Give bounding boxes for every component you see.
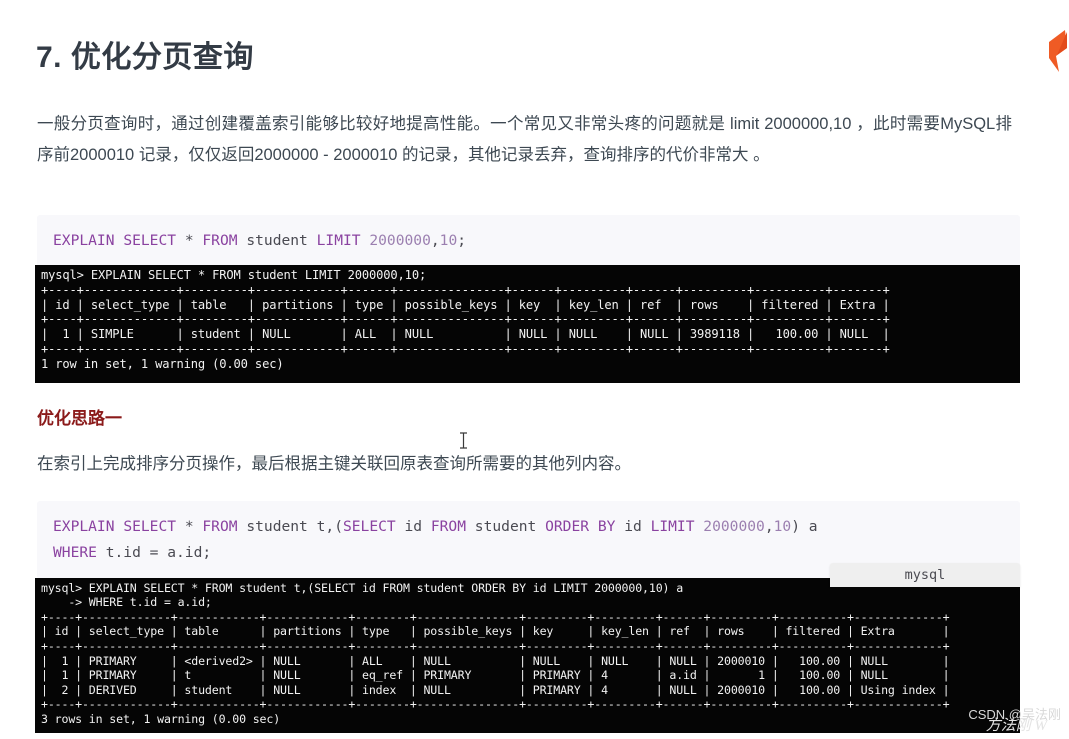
sql-code-block-2-line-1: EXPLAIN SELECT * FROM student t,(SELECT … [53, 517, 818, 535]
text-cursor-icon [459, 432, 468, 449]
page-root: 7. 优化分页查询 一般分页查询时，通过创建覆盖索引能够比较好地提高性能。一个常… [0, 0, 1069, 739]
terminal-output-2: mysql> EXPLAIN SELECT * FROM student t,(… [35, 577, 1020, 733]
partial-logo-icon [1043, 28, 1069, 74]
intro-paragraph: 一般分页查询时，通过创建覆盖索引能够比较好地提高性能。一个常见又非常头疼的问题就… [37, 114, 1012, 164]
terminal-output-1: mysql> EXPLAIN SELECT * FROM student LIM… [35, 265, 1020, 384]
sql-code-block-2-line-2: WHERE t.id = a.id; [53, 543, 212, 561]
watermark-author: 方法刚 W [985, 718, 1047, 734]
section-subheading: 优化思路一 [37, 409, 122, 429]
sql-code-block-1: EXPLAIN SELECT * FROM student LIMIT 2000… [37, 214, 1020, 267]
page-title: 7. 优化分页查询 [36, 41, 254, 75]
mysql-label-badge: mysql [830, 563, 1020, 587]
optimization-paragraph: 在索引上完成排序分页操作，最后根据主键关联回原表查询所需要的其他列内容。 [37, 454, 631, 473]
